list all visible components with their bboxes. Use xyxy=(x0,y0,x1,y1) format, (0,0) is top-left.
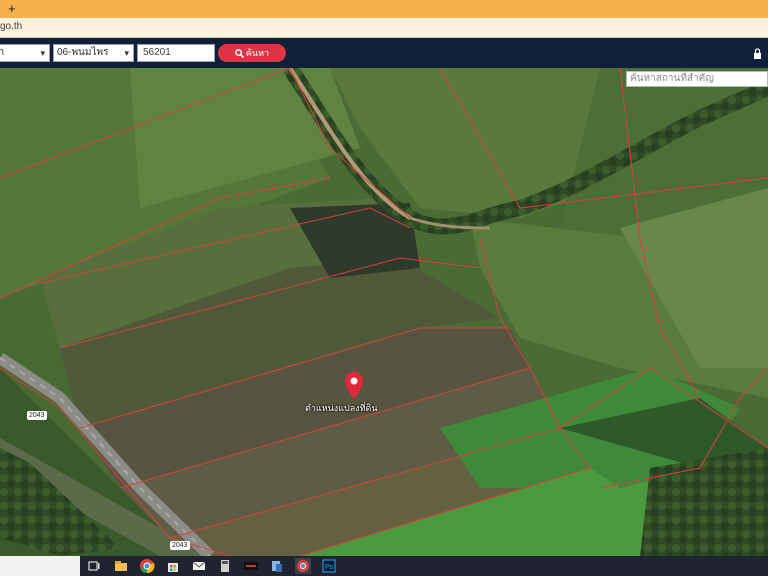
svg-text:Ps: Ps xyxy=(325,564,334,571)
chrome-icon[interactable] xyxy=(139,558,155,574)
province-select-value: ก xyxy=(0,47,5,58)
taskview-icon[interactable] xyxy=(86,558,102,574)
district-select[interactable]: 06-พนมไพร ▾ xyxy=(53,44,134,62)
province-select[interactable]: ก ▾ xyxy=(0,44,50,62)
app-icon[interactable] xyxy=(243,558,259,574)
postal-code-input[interactable]: 56201 xyxy=(137,44,215,62)
lock-icon[interactable] xyxy=(750,47,768,61)
mail-icon[interactable] xyxy=(191,558,207,574)
search-button-label: ค้นหา xyxy=(245,48,270,58)
map-marker-icon[interactable] xyxy=(344,372,364,400)
road-label: 2043 xyxy=(27,411,47,420)
marker-label: ตำแหน่งแปลงที่ดิน xyxy=(305,403,378,413)
file-explorer-icon[interactable] xyxy=(113,558,129,574)
app-icon[interactable] xyxy=(269,558,285,574)
photoshop-icon[interactable]: Ps xyxy=(321,558,337,574)
place-search-input[interactable]: ค้นหาสถานที่สำคัญ xyxy=(626,71,768,87)
chevron-down-icon: ▾ xyxy=(124,48,129,58)
url-text: go.th xyxy=(0,21,23,32)
new-tab-button[interactable]: + xyxy=(8,0,16,18)
chrome-active-icon[interactable] xyxy=(295,558,311,574)
calculator-icon[interactable] xyxy=(217,558,233,574)
taskbar-search-box[interactable] xyxy=(0,556,80,576)
search-icon xyxy=(235,49,244,58)
satellite-map[interactable] xyxy=(0,68,768,556)
chevron-down-icon: ▾ xyxy=(40,48,45,58)
road-label: 2043 xyxy=(170,541,190,550)
store-icon[interactable] xyxy=(165,558,181,574)
district-select-value: 06-พนมไพร xyxy=(57,47,109,58)
search-button[interactable]: ค้นหา xyxy=(218,44,286,62)
address-bar[interactable]: go.th xyxy=(0,18,768,38)
browser-tab-bar: + xyxy=(0,0,768,18)
